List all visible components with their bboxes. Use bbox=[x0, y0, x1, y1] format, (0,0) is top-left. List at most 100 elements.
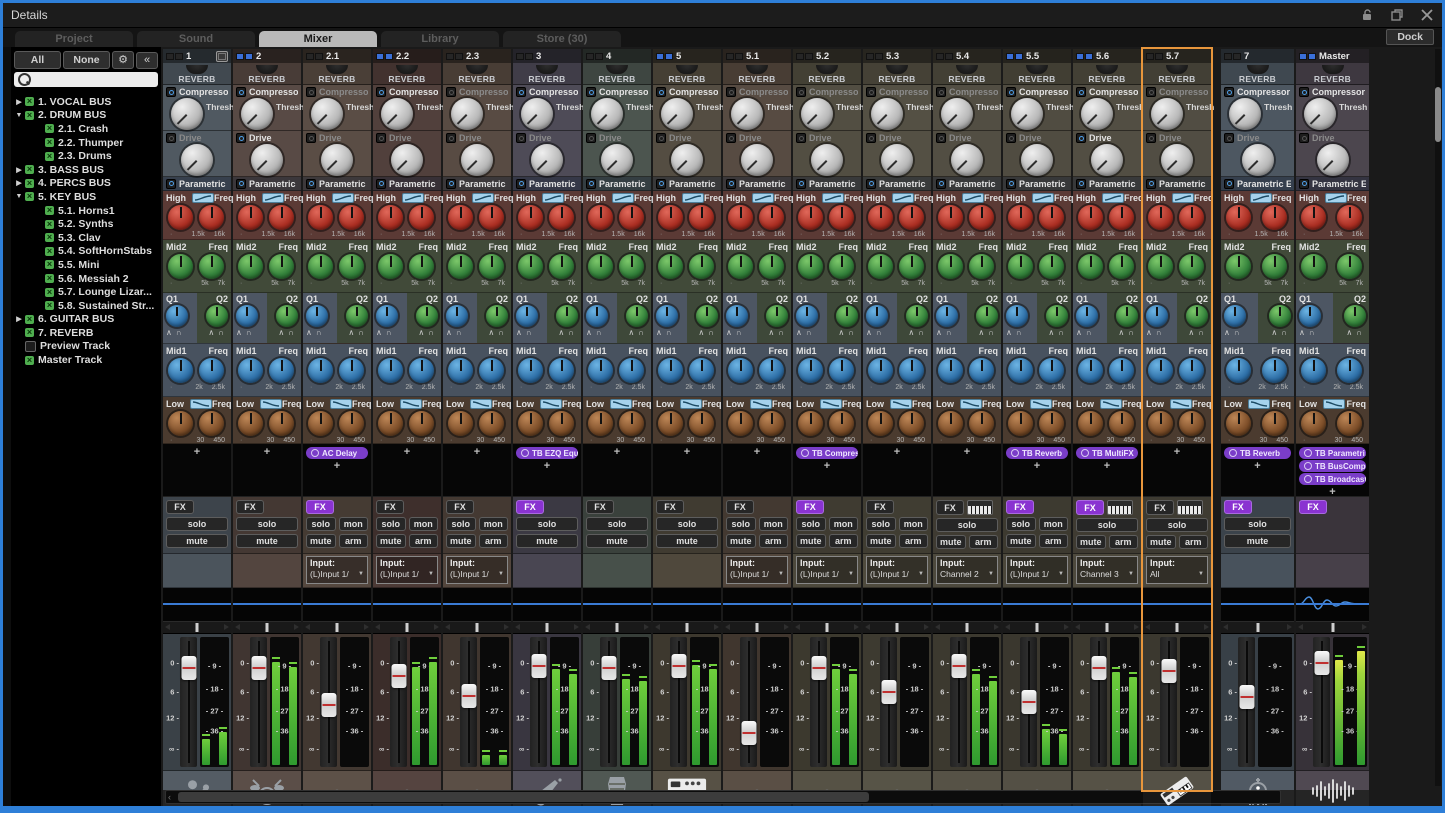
channel-strip[interactable]: 2.2 REVERB Compressor Thresh Drive bbox=[373, 49, 441, 790]
eq-power-icon[interactable] bbox=[656, 179, 666, 189]
eq-power-icon[interactable] bbox=[1006, 179, 1016, 189]
channel-header[interactable]: 5.5 bbox=[1003, 49, 1071, 63]
fader-cap[interactable] bbox=[1021, 690, 1036, 714]
sidebar-track-item[interactable]: ×5.1. Horns1 bbox=[11, 204, 161, 218]
plugin-power-icon[interactable] bbox=[1304, 475, 1312, 483]
shelf-curve-icon[interactable] bbox=[892, 193, 914, 203]
low-gain-knob[interactable] bbox=[1078, 411, 1103, 436]
send-knob[interactable] bbox=[466, 65, 488, 74]
plugin-chip[interactable]: TB Reverb bbox=[1006, 447, 1068, 459]
mid2-freq-knob[interactable] bbox=[339, 254, 364, 279]
fx-button[interactable]: FX bbox=[586, 500, 614, 514]
low-gain-knob[interactable] bbox=[1148, 411, 1173, 436]
channel-strip[interactable]: 5.5 REVERB Compressor Thresh Drive bbox=[1003, 49, 1071, 790]
automation-strip[interactable] bbox=[1073, 588, 1141, 622]
q1-knob[interactable] bbox=[1146, 305, 1168, 327]
chevron-right-icon[interactable]: ▶ bbox=[13, 315, 25, 323]
channel-header[interactable]: 5.6 bbox=[1073, 49, 1141, 63]
tab-project[interactable]: Project bbox=[15, 31, 133, 47]
sidebar-track-item[interactable]: ×5.3. Clav bbox=[11, 231, 161, 245]
track-enable-checkbox[interactable]: × bbox=[25, 315, 34, 324]
channel-header[interactable]: 5.2 bbox=[793, 49, 861, 63]
low-gain-knob[interactable] bbox=[728, 411, 753, 436]
threshold-knob[interactable] bbox=[521, 98, 553, 130]
track-enable-checkbox[interactable]: × bbox=[25, 179, 34, 188]
reverb-send[interactable]: REVERB bbox=[863, 63, 931, 85]
low-gain-knob[interactable] bbox=[378, 411, 403, 436]
shelf-curve-icon[interactable] bbox=[1325, 193, 1347, 203]
channel-header[interactable]: 5.7 bbox=[1143, 49, 1211, 63]
send-knob[interactable] bbox=[956, 65, 978, 74]
low-gain-knob[interactable] bbox=[168, 411, 193, 436]
fader-cap[interactable] bbox=[601, 656, 616, 680]
channel-header[interactable]: 5 bbox=[653, 49, 721, 63]
q2-knob[interactable] bbox=[906, 305, 928, 327]
mid1-freq-knob[interactable] bbox=[269, 358, 294, 383]
plugin-chip[interactable]: TB Parametri... bbox=[1299, 447, 1366, 459]
low-freq-knob[interactable] bbox=[1179, 411, 1204, 436]
q1-knob[interactable] bbox=[936, 305, 958, 327]
q2-knob[interactable] bbox=[276, 305, 298, 327]
high-gain-knob[interactable] bbox=[1148, 205, 1173, 230]
pan-slider[interactable] bbox=[303, 622, 371, 634]
low-freq-knob[interactable] bbox=[339, 411, 364, 436]
drive-knob[interactable] bbox=[1021, 144, 1053, 176]
q2-knob[interactable] bbox=[766, 305, 788, 327]
low-gain-knob[interactable] bbox=[1301, 411, 1326, 436]
arm-button[interactable]: arm bbox=[479, 534, 509, 548]
high-freq-knob[interactable] bbox=[1262, 205, 1287, 230]
track-enable-checkbox[interactable]: × bbox=[45, 288, 54, 297]
q2-knob[interactable] bbox=[626, 305, 648, 327]
input-selector[interactable]: Input: (L)Input 1/ ▼ bbox=[376, 556, 438, 584]
mid1-freq-knob[interactable] bbox=[689, 358, 714, 383]
fx-button[interactable]: FX bbox=[1299, 500, 1327, 514]
add-plugin-button[interactable]: + bbox=[163, 446, 231, 458]
mid2-freq-knob[interactable] bbox=[1109, 254, 1134, 279]
compressor-power-icon[interactable] bbox=[1299, 87, 1309, 97]
compressor-power-icon[interactable] bbox=[1076, 87, 1086, 97]
mid1-freq-knob[interactable] bbox=[479, 358, 504, 383]
compressor-power-icon[interactable] bbox=[936, 87, 946, 97]
send-knob[interactable] bbox=[326, 65, 348, 74]
send-knob[interactable] bbox=[816, 65, 838, 74]
low-freq-knob[interactable] bbox=[1109, 411, 1134, 436]
mid2-freq-knob[interactable] bbox=[269, 254, 294, 279]
track-enable-checkbox[interactable]: × bbox=[25, 356, 34, 365]
eq-power-icon[interactable] bbox=[306, 179, 316, 189]
q2-knob[interactable] bbox=[416, 305, 438, 327]
automation-strip[interactable] bbox=[443, 588, 511, 622]
mid2-freq-knob[interactable] bbox=[409, 254, 434, 279]
volume-fader[interactable] bbox=[1313, 637, 1330, 767]
dock-button[interactable]: Dock bbox=[1386, 29, 1434, 45]
plugin-power-icon[interactable] bbox=[1229, 449, 1237, 457]
midi-keyboard-icon[interactable] bbox=[1177, 500, 1203, 515]
mid2-freq-knob[interactable] bbox=[829, 254, 854, 279]
channel-header[interactable]: 7 bbox=[1221, 49, 1294, 63]
channel-header[interactable]: 2 bbox=[233, 49, 301, 63]
mid1-gain-knob[interactable] bbox=[308, 358, 333, 383]
mid1-freq-knob[interactable] bbox=[969, 358, 994, 383]
compressor-power-icon[interactable] bbox=[866, 87, 876, 97]
shelf-curve-icon[interactable] bbox=[820, 399, 842, 409]
compressor-power-icon[interactable] bbox=[516, 87, 526, 97]
high-freq-knob[interactable] bbox=[619, 205, 644, 230]
shelf-curve-icon[interactable] bbox=[190, 399, 212, 409]
vertical-scrollbar-thumb[interactable] bbox=[1435, 87, 1441, 142]
channel-strip[interactable]: 2.3 REVERB Compressor Thresh Drive bbox=[443, 49, 511, 790]
input-selector[interactable]: Input: (L)Input 1/ ▼ bbox=[866, 556, 928, 584]
pan-marker[interactable] bbox=[196, 623, 199, 632]
solo-button[interactable]: solo bbox=[516, 517, 578, 531]
send-knob[interactable] bbox=[606, 65, 628, 74]
high-gain-knob[interactable] bbox=[868, 205, 893, 230]
plugin-power-icon[interactable] bbox=[1011, 449, 1019, 457]
drive-knob[interactable] bbox=[601, 144, 633, 176]
volume-fader[interactable] bbox=[180, 637, 197, 767]
channel-strip[interactable]: 1 REVERB Compressor Thresh Drive bbox=[163, 49, 231, 790]
fader-cap[interactable] bbox=[741, 721, 756, 745]
close-icon[interactable] bbox=[1420, 8, 1434, 22]
track-enable-checkbox[interactable]: × bbox=[45, 301, 54, 310]
reverb-send[interactable]: REVERB bbox=[653, 63, 721, 85]
channel-header[interactable]: 3 bbox=[513, 49, 581, 63]
shelf-curve-icon[interactable] bbox=[962, 193, 984, 203]
drive-power-icon[interactable] bbox=[1299, 133, 1309, 143]
